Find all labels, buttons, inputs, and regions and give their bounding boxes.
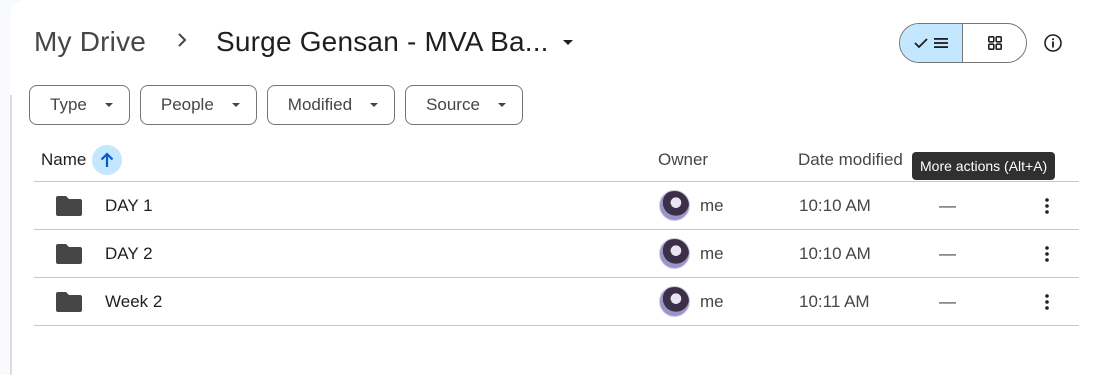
arrow-up-icon — [101, 152, 114, 167]
date-modified: 10:11 AM — [799, 291, 870, 311]
caret-down-icon — [231, 103, 240, 107]
grid-view-button[interactable] — [963, 24, 1026, 62]
avatar — [659, 238, 690, 269]
table-row[interactable]: DAY 2 me 10:10 AM — — [34, 230, 1079, 278]
owner-name: me — [700, 291, 724, 311]
more-actions-button[interactable] — [1034, 230, 1060, 277]
info-button[interactable] — [1039, 29, 1067, 57]
date-modified: 10:10 AM — [799, 243, 871, 263]
table-row[interactable]: Week 2 me 10:11 AM — — [34, 278, 1079, 326]
more-vert-icon — [1045, 245, 1049, 262]
view-toggle — [899, 23, 1027, 63]
filter-people-label: People — [160, 95, 214, 114]
more-vert-icon — [1045, 293, 1049, 310]
check-icon — [914, 38, 928, 49]
folder-icon — [56, 182, 82, 229]
filter-modified-chip[interactable]: Modified — [266, 85, 396, 125]
owner-name: me — [700, 243, 724, 263]
caret-down-icon — [104, 103, 113, 107]
list-view-button[interactable] — [900, 24, 964, 62]
file-name[interactable]: DAY 2 — [105, 230, 153, 277]
breadcrumb-root[interactable]: My Drive — [34, 26, 146, 58]
panel-edge — [10, 95, 12, 375]
caret-down-icon — [370, 103, 379, 107]
filter-source-chip[interactable]: Source — [405, 85, 523, 125]
folder-icon — [56, 230, 82, 277]
chevron-right-icon — [174, 26, 190, 54]
more-actions-button[interactable] — [1034, 278, 1060, 325]
owner-name: me — [700, 195, 724, 215]
file-size: — — [939, 291, 956, 311]
folder-icon — [56, 278, 82, 325]
table-row[interactable]: DAY 1 me 10:10 AM — — [34, 182, 1079, 230]
file-size: — — [939, 243, 956, 263]
filter-type-label: Type — [50, 95, 87, 114]
header: My Drive Surge Gensan - MVA Ba... — [10, 0, 1115, 84]
column-header-name[interactable]: Name — [41, 138, 123, 182]
file-size: — — [939, 195, 956, 215]
sort-direction-button[interactable] — [92, 145, 123, 175]
filter-modified-label: Modified — [287, 95, 353, 114]
avatar — [659, 190, 690, 221]
file-name[interactable]: DAY 1 — [105, 182, 153, 229]
file-name[interactable]: Week 2 — [105, 278, 162, 325]
column-header-name-label: Name — [41, 150, 87, 169]
owner-cell: me — [659, 230, 724, 277]
caret-down-icon — [562, 39, 573, 45]
owner-cell: me — [659, 182, 724, 229]
column-header-owner[interactable]: Owner — [658, 138, 708, 182]
date-modified: 10:10 AM — [799, 195, 871, 215]
more-actions-button[interactable] — [1034, 182, 1060, 229]
breadcrumb-current-label: Surge Gensan - MVA Ba... — [216, 26, 549, 57]
list-view-icon — [934, 38, 948, 48]
caret-down-icon — [497, 103, 506, 107]
more-actions-tooltip: More actions (Alt+A) — [912, 152, 1056, 180]
filter-source-label: Source — [426, 95, 480, 114]
breadcrumb-current-folder[interactable]: Surge Gensan - MVA Ba... — [206, 22, 583, 62]
grid-view-icon — [987, 36, 1002, 50]
filter-type-chip[interactable]: Type — [29, 85, 130, 125]
filter-chips: Type People Modified Source — [29, 85, 523, 125]
column-header-date-modified[interactable]: Date modified — [798, 138, 903, 182]
main-panel: My Drive Surge Gensan - MVA Ba... Type P… — [10, 0, 1115, 375]
more-vert-icon — [1045, 197, 1049, 214]
avatar — [659, 286, 690, 317]
owner-cell: me — [659, 278, 724, 325]
filter-people-chip[interactable]: People — [139, 85, 257, 125]
info-icon — [1044, 34, 1062, 52]
